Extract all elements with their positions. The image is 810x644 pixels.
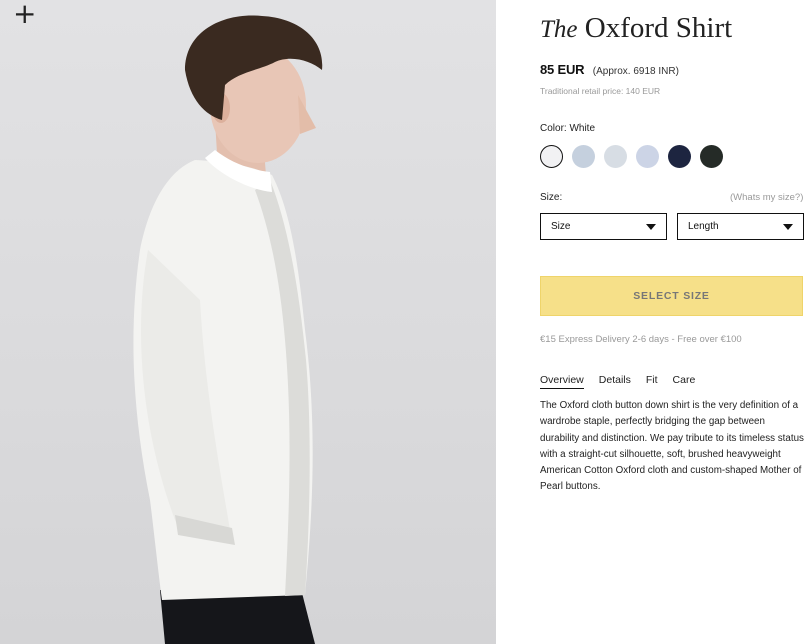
tab-fit[interactable]: Fit <box>646 374 658 389</box>
length-select-value: Length <box>688 221 719 232</box>
plus-icon[interactable]: + <box>13 0 36 28</box>
delivery-info: €15 Express Delivery 2-6 days - Free ove… <box>540 334 742 345</box>
caret-down-icon <box>783 224 793 230</box>
tab-care[interactable]: Care <box>673 374 696 389</box>
info-tabs: Overview Details Fit Care <box>540 374 695 389</box>
title-name: Oxford Shirt <box>584 12 733 44</box>
price-row: 85 EUR (Approx. 6918 INR) <box>540 61 679 79</box>
size-select-value: Size <box>551 221 571 232</box>
product-image[interactable]: + <box>0 0 496 644</box>
retail-price: Traditional retail price: 140 EUR <box>540 86 661 96</box>
color-label: Color: White <box>540 123 596 134</box>
approx-price: (Approx. 6918 INR) <box>592 66 679 77</box>
price: 85 EUR <box>540 62 585 77</box>
caret-down-icon <box>646 224 656 230</box>
select-size-button[interactable]: SELECT SIZE <box>540 276 803 316</box>
size-guide-link[interactable]: (Whats my size?) <box>730 192 803 203</box>
color-swatch[interactable] <box>636 145 659 168</box>
tab-overview[interactable]: Overview <box>540 374 584 389</box>
size-select[interactable]: Size <box>540 213 667 240</box>
model-photo <box>133 15 323 644</box>
color-swatch[interactable] <box>572 145 595 168</box>
color-swatch[interactable] <box>668 145 691 168</box>
product-description: The Oxford cloth button down shirt is th… <box>540 400 804 493</box>
tab-details[interactable]: Details <box>599 374 631 389</box>
product-title: The Oxford Shirt <box>540 12 732 45</box>
color-swatch[interactable] <box>540 145 563 168</box>
color-swatches <box>540 145 723 168</box>
color-swatch[interactable] <box>604 145 627 168</box>
size-label: Size: <box>540 192 563 203</box>
color-swatch[interactable] <box>700 145 723 168</box>
length-select[interactable]: Length <box>677 213 804 240</box>
title-prefix: The <box>540 16 578 43</box>
